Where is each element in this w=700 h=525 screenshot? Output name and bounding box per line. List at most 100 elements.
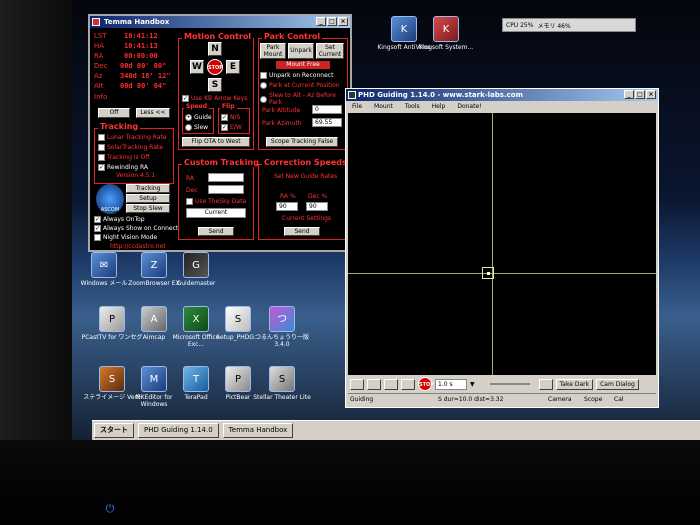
stop-button[interactable]: STOP (207, 59, 223, 75)
take-dark-button[interactable]: Take Dark (555, 378, 594, 390)
coord-row-ra: RA 00:00:00 (94, 52, 158, 60)
guidemaster-icon: G (183, 252, 209, 278)
flip-ns-checkbox[interactable]: ✓ N/S (221, 114, 240, 121)
custom-current-field: Current (186, 208, 246, 218)
scope-tracking-button[interactable]: Scope Tracking False (266, 137, 338, 147)
flip-ota-button[interactable]: Flip OTA to West (182, 137, 250, 147)
tracking-timer-button[interactable]: Tracking Timer (126, 184, 170, 199)
connect-camera-icon[interactable] (350, 378, 364, 390)
east-button[interactable]: E (226, 60, 240, 74)
url-link[interactable]: http://ccdastro.net (110, 243, 166, 250)
motion-control-title: Motion Control (182, 32, 254, 41)
park-azimuth-input[interactable]: 69.55 (312, 118, 342, 127)
pictbear-icon: P (225, 366, 251, 392)
custom-dec-input[interactable] (208, 185, 244, 194)
coord-row-info: Info (94, 93, 108, 101)
connect-mount-icon[interactable] (367, 378, 381, 390)
kingsoft-system-icon: K (433, 16, 459, 42)
menu-mount[interactable]: Mount (374, 101, 393, 112)
guide-camera-view[interactable] (348, 113, 656, 375)
menu-help[interactable]: Help (432, 101, 446, 112)
guide-icon[interactable] (401, 378, 415, 390)
taskbar-item-phd[interactable]: PHD Guiding 1.14.0 (138, 423, 219, 438)
set-current-button[interactable]: Set Current (316, 43, 344, 59)
south-button[interactable]: S (208, 78, 222, 92)
less-button[interactable]: Less << (136, 108, 170, 118)
crosshair-vertical (492, 113, 493, 375)
park-altitude-label: Park Altitude (262, 107, 301, 114)
ascom-logo: ASCOM (96, 184, 124, 214)
flip-ew-checkbox[interactable]: ✓ E/W (221, 124, 242, 131)
west-button[interactable]: W (190, 60, 204, 74)
park-azimuth-label: Park Azimuth (262, 120, 302, 127)
dec-pct-input[interactable]: 90 (306, 202, 328, 211)
temma-titlebar[interactable]: Temma Handbox _ □ × (90, 16, 350, 28)
stellar-theater-icon: S (269, 366, 295, 392)
use-thesky-checkbox[interactable]: Use TheSky Data (186, 198, 246, 205)
desktop-icon[interactable]: S Stellar Theater Lite (250, 366, 314, 401)
tracking-title: Tracking (98, 122, 141, 131)
power-icon: ⏻ (105, 502, 115, 515)
chevron-down-icon[interactable]: ▼ (470, 381, 475, 388)
loop-icon[interactable] (384, 378, 398, 390)
correction-speeds-title: Correction Speeds (262, 158, 349, 167)
app-icon (348, 91, 356, 99)
menu-donate[interactable]: Donate! (457, 101, 481, 112)
system-tray-meters: CPU 25% メモリ 46% (502, 18, 636, 32)
gamma-slider[interactable] (489, 383, 530, 385)
park-mount-button[interactable]: Park Mount (260, 43, 286, 59)
taskbar: スタート PHD Guiding 1.14.0 Temma Handbox (92, 420, 700, 440)
unpark-button[interactable]: Unpark (288, 43, 314, 59)
desktop-icon[interactable]: つ つるんちょうり一版 3.4.0 (250, 306, 314, 348)
tracking-off-checkbox[interactable]: Tracking is Off (98, 154, 149, 161)
menu-file[interactable]: File (352, 101, 362, 112)
park-current-radio[interactable]: Park at Current Position (260, 82, 340, 89)
start-button[interactable]: スタート (94, 423, 134, 438)
solar-rate-checkbox[interactable]: SolarTracking Rate (98, 144, 163, 151)
coord-row-az: Az 340d 18' 12" (94, 72, 171, 80)
use-kb-arrow-checkbox[interactable]: ✓ Use KB Arrow Keys (182, 95, 247, 102)
maximize-icon[interactable]: □ (327, 17, 337, 26)
gamma-reset-icon[interactable] (538, 378, 553, 390)
current-settings-label: Current Settings (282, 215, 332, 222)
always-show-checkbox[interactable]: ✓ Always Show on Connect (94, 225, 178, 232)
north-button[interactable]: N (208, 42, 222, 56)
dec-pct-label: Dec % (308, 193, 328, 200)
lunar-rate-checkbox[interactable]: Lunar Tracking Rate (98, 134, 167, 141)
off-button[interactable]: Off (98, 108, 130, 118)
slew-alt-az-radio[interactable]: Slew to Alt - Az Before Park (260, 92, 350, 106)
cam-dialog-button[interactable]: Cam Dialog (596, 378, 639, 390)
park-altitude-input[interactable]: 0 (312, 105, 342, 114)
custom-ra-input[interactable] (208, 173, 244, 182)
minimize-icon[interactable]: _ (316, 17, 326, 26)
menu-tools[interactable]: Tools (405, 101, 420, 112)
cpu-meter: CPU 25% (506, 21, 534, 29)
stop-slew-button[interactable]: Stop Slew (126, 204, 170, 213)
taskbar-item-temma[interactable]: Temma Handbox (222, 423, 294, 438)
night-vision-checkbox[interactable]: Night Vision Mode (94, 234, 157, 241)
guide-radio[interactable]: • Guide (185, 114, 212, 121)
temma-title: Temma Handbox (104, 18, 170, 26)
ra-pct-label: RA % (280, 193, 296, 200)
minimize-icon[interactable]: _ (624, 90, 634, 99)
custom-ra-label: RA (186, 175, 195, 182)
unpark-reconnect-checkbox[interactable]: Unpark on Reconnect (260, 72, 333, 79)
custom-send-button[interactable]: Send (198, 227, 234, 236)
correction-send-button[interactable]: Send (284, 227, 320, 236)
crosshair-horizontal (348, 273, 656, 274)
exposure-select[interactable]: 1.0 s (435, 378, 467, 390)
slew-radio[interactable]: Slew (185, 124, 208, 131)
phd-toolbar: STOP 1.0 s ▼ Take Dark Cam Dialog (348, 377, 656, 391)
always-ontop-checkbox[interactable]: ✓ Always OnTop (94, 216, 145, 223)
close-icon[interactable]: × (338, 17, 348, 26)
setup-button[interactable]: Setup (126, 194, 170, 203)
ra-pct-input[interactable]: 90 (276, 202, 298, 211)
maximize-icon[interactable]: □ (635, 90, 645, 99)
stop-icon[interactable]: STOP (418, 377, 434, 391)
coord-row-ha: HA 10:41:13 (94, 42, 158, 50)
desktop-icon[interactable]: K Kingsoft System... (414, 16, 478, 51)
close-icon[interactable]: × (646, 90, 656, 99)
phd-titlebar[interactable]: PHD Guiding 1.14.0 - www.stark-labs.com … (346, 89, 658, 101)
desktop-icon[interactable]: G Guidemaster (164, 252, 228, 287)
rewinding-ra-checkbox[interactable]: ✓ Rewinding RA (98, 164, 148, 171)
